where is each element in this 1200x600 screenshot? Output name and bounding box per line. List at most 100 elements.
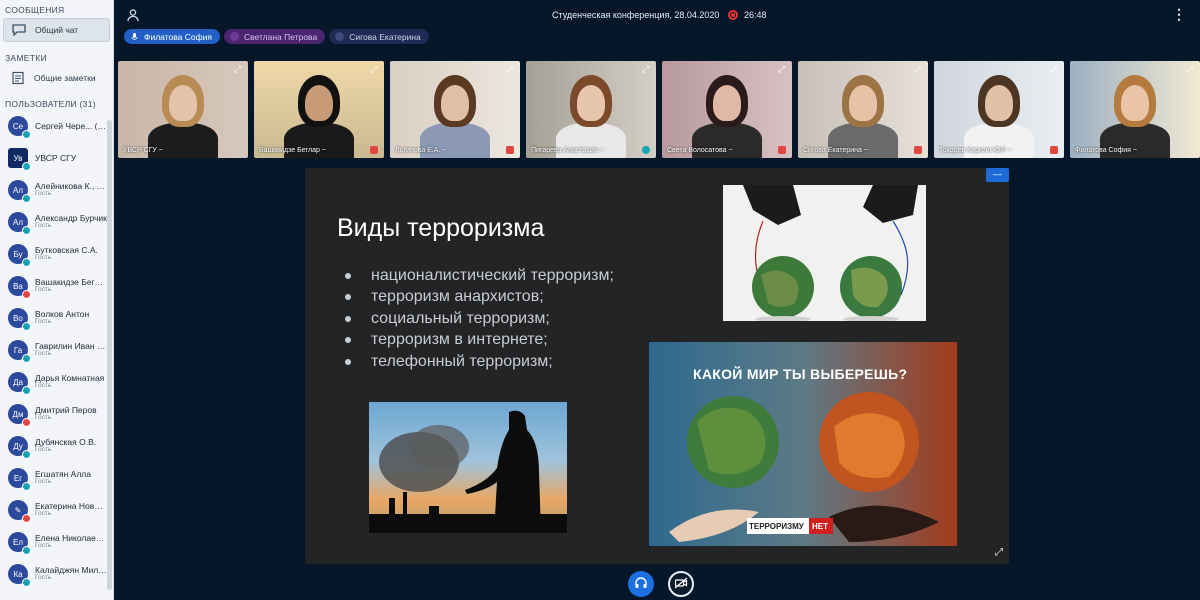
more-options-icon[interactable]: ⋮ [1172,6,1186,23]
speaker-dot-icon [229,32,239,41]
status-icon [22,418,31,427]
user-list-item[interactable]: Ва Вашакидзе Беглар Гость [0,270,113,302]
expand-icon[interactable]: ⤢ [778,64,788,74]
notes-icon [9,70,27,86]
sidebar-scrollbar[interactable] [107,120,112,590]
avatar: Дм [8,404,31,427]
general-notes-item[interactable]: Общие заметки [3,66,110,90]
mic-icon [130,32,139,41]
participant-name: Света Волосатова ~ [667,147,733,154]
user-list-item[interactable]: Ув УВСР СГУ [0,142,113,174]
user-list-item[interactable]: Да Дарья Комнатная Гость [0,366,113,398]
user-list-item[interactable]: Ду Дубянская О.В. Гость [0,430,113,462]
user-list-item[interactable]: Во Волков Антон Гость [0,302,113,334]
general-notes-label: Общие заметки [34,73,96,83]
chat-icon [10,22,28,38]
participant-name: Пигарева Анастасия ~ [531,147,604,154]
user-list-item[interactable]: ✎ Екатерина Новик... Гость [0,494,113,526]
participant-name: Логинова Е.А. ~ [395,147,447,154]
slide-menu-button[interactable]: — [986,168,1009,182]
slide-bullet: терроризм анархистов; [345,287,614,309]
participant-video-tile[interactable]: ⤢ Филатова София ~ [1070,61,1200,158]
avatar: Бу [8,244,31,267]
participant-video-tile[interactable]: ⤢ Света Волосатова ~ [662,61,792,158]
participant-name: Вашакидзе Беглар ~ [259,147,326,154]
slide-title: Виды терроризма [337,214,545,242]
expand-icon[interactable]: ⤢ [1186,64,1196,74]
globes-hands-image [723,185,926,321]
user-list-item[interactable]: Ег Егшатян Алла Гость [0,462,113,494]
notes-heading: ЗАМЕТКИ [5,53,47,63]
avatar: Да [8,372,31,395]
user-role: Гость [35,318,52,326]
user-list-item[interactable]: Ка Калайджян Милена Гость [0,558,113,590]
status-icon [22,290,31,299]
participant-name: Токарев Кирилл ЮФ ~ [939,147,1012,154]
user-role: Гость [35,414,52,422]
status-icon [22,322,31,331]
avatar: Ал [8,180,31,203]
headset-icon [634,576,648,593]
speaker-chip: Светлана Петрова [223,29,326,44]
user-role: Гость [35,222,52,230]
user-role: Гость [35,542,52,550]
status-icon [22,226,31,235]
poster-headline: КАКОЙ МИР ТЫ ВЫБЕРЕШЬ? [693,366,908,382]
user-icon[interactable] [126,8,140,22]
speaker-name: Светлана Петрова [243,31,318,42]
recording-icon [728,10,738,20]
status-icon [22,514,31,523]
user-role: Гость [35,286,52,294]
participant-video-tile[interactable]: ⤢ Вашакидзе Беглар ~ [254,61,384,158]
world-choice-poster: КАКОЙ МИР ТЫ ВЫБЕРЕШЬ? ТЕРРОРИЗМУ НЕТ [649,342,957,546]
general-chat-label: Общий чат [35,25,79,35]
audio-toggle-button[interactable] [628,571,654,597]
avatar: Во [8,308,31,331]
avatar: Га [8,340,31,363]
participant-video-tile[interactable]: ⤢ Токарев Кирилл ЮФ ~ [934,61,1064,158]
participant-video-tile[interactable]: ⤢ УВСР СГУ ~ [118,61,248,158]
camera-toggle-button[interactable] [668,571,694,597]
avatar: ✎ [8,500,31,523]
user-role: Гость [35,510,52,518]
user-list-item[interactable]: Га Гаврилин Иван А... Гость [0,334,113,366]
status-icon [22,546,31,555]
conference-title: Студенческая конференция, 28.04.2020 [552,10,720,20]
avatar: Ег [8,468,31,491]
participant-video-tile[interactable]: ⤢ Пигарева Анастасия ~ [526,61,656,158]
avatar: Ва [8,276,31,299]
expand-icon[interactable]: ⤢ [370,64,380,74]
participant-video-tile[interactable]: ⤢ Логинова Е.А. ~ [390,61,520,158]
user-list-item[interactable]: Ал Алейникова К., Зу... Гость [0,174,113,206]
poster-logo-left: ТЕРРОРИЗМУ [749,522,804,531]
user-list-item[interactable]: Дм Дмитрий Перов Гость [0,398,113,430]
status-icon [22,258,31,267]
poster-logo-right: НЕТ [812,522,828,531]
speaker-chip: Сигова Екатерина [329,29,429,44]
expand-icon[interactable]: ⤢ [234,64,244,74]
expand-icon[interactable]: ⤢ [642,64,652,74]
slide-bullet: социальный терроризм; [345,308,614,330]
status-icon [22,578,31,587]
speaker-chips: Филатова София Светлана Петрова Сигова Е… [124,29,429,44]
participant-video-tile[interactable]: ⤢ Сигова Екатерина ~ [798,61,928,158]
mic-muted-icon [914,146,922,154]
sidebar: СООБЩЕНИЯ Общий чат ЗАМЕТКИ Общие заметк… [0,0,114,600]
user-list-item[interactable]: Се Сергей Черe... (Вы) [0,110,113,142]
status-icon [22,450,31,459]
user-name: Сергей Черe... (Вы) [35,121,107,131]
expand-icon[interactable]: ⤢ [1050,64,1060,74]
user-role: Гость [35,382,52,390]
user-list-item[interactable]: Бу Бутковская С.А. Гость [0,238,113,270]
mic-muted-icon [778,146,786,154]
fullscreen-icon[interactable]: ⤢ [995,547,1003,558]
user-list-item[interactable]: Ал Александр Бурчик Гость [0,206,113,238]
general-chat-item[interactable]: Общий чат [3,18,110,42]
expand-icon[interactable]: ⤢ [914,64,924,74]
expand-icon[interactable]: ⤢ [506,64,516,74]
participant-video-strip: ⤢ УВСР СГУ ~ ⤢ Вашакидзе Беглар ~ ⤢ Логинова … [118,61,1200,158]
user-list-item[interactable]: Ел Елена Николаевна Гость [0,526,113,558]
avatar: Ув [8,148,31,171]
avatar: Ел [8,532,31,555]
speaker-chip: Филатова София [124,29,220,44]
